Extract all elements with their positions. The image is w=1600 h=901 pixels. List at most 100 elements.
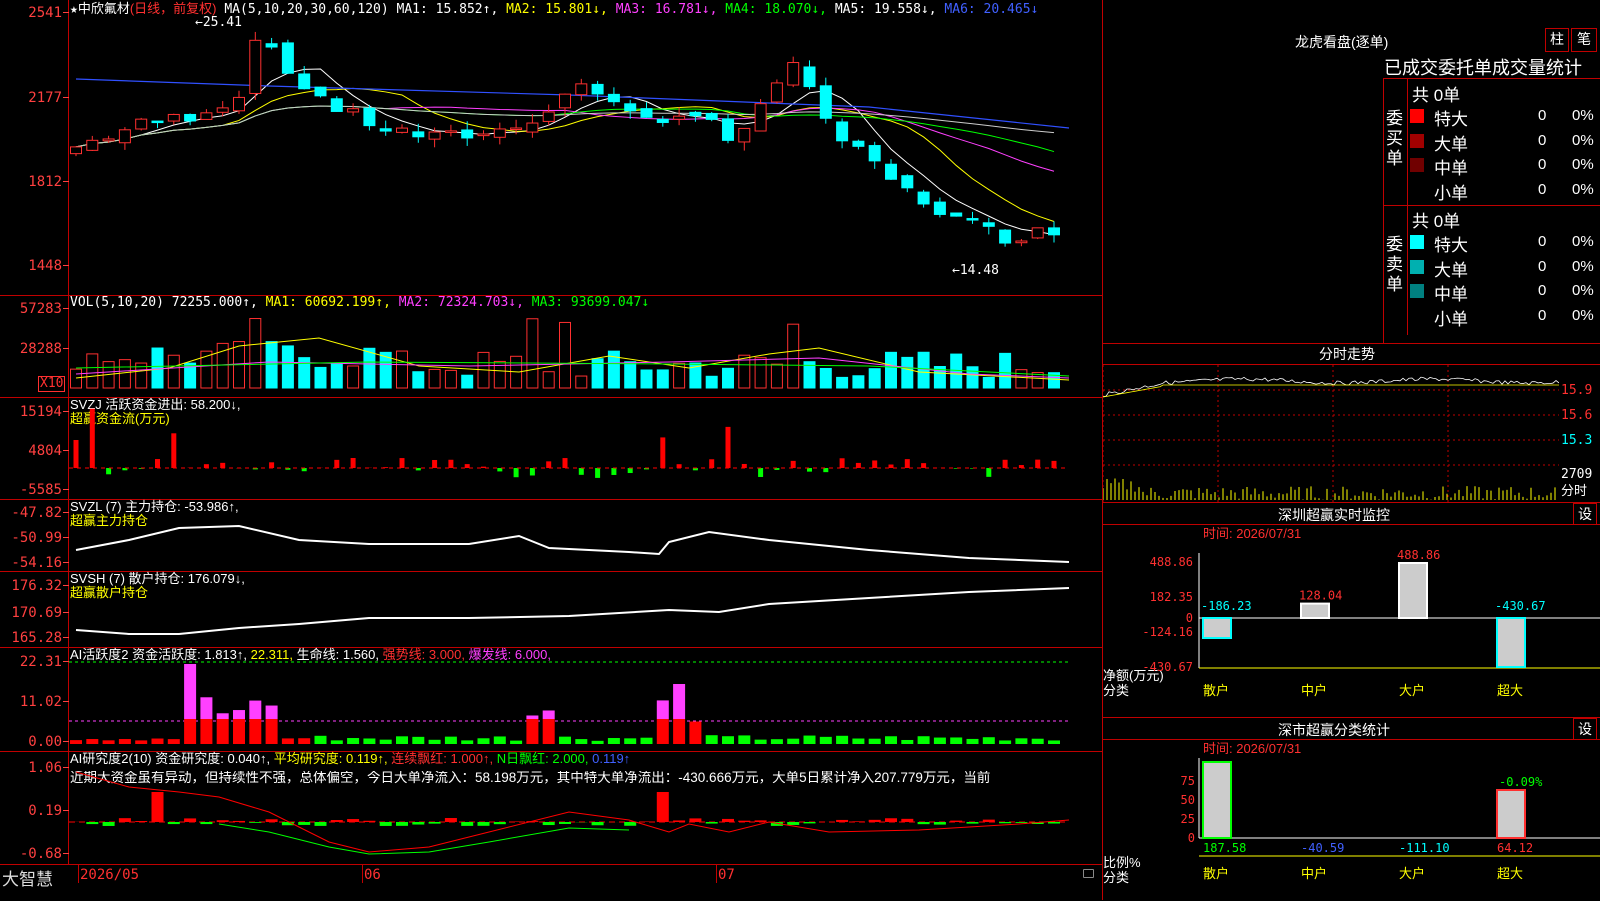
research-bar: [689, 818, 701, 822]
volume-bar: [641, 370, 652, 388]
flow-bar: [889, 465, 894, 468]
dragon-tiger-panel[interactable]: 龙虎看盘(逐单) 柱 笔 已成交委托单成交量统计 委买单 共 0单 特大00%大…: [1102, 0, 1600, 344]
candle-body: [983, 223, 994, 227]
order-row: 大单00%: [1410, 256, 1600, 278]
flow-bar: [563, 458, 568, 468]
sz-monitor-title-rule: [1103, 524, 1600, 525]
candle-body: [87, 140, 98, 150]
research-bar: [168, 822, 180, 824]
candle-body: [234, 97, 245, 110]
settings-button[interactable]: 设: [1573, 503, 1597, 525]
candle-body: [771, 83, 782, 102]
y-tick: 0: [1186, 611, 1193, 625]
activity-bar: [543, 719, 555, 744]
color-swatch: [1410, 235, 1424, 249]
brand-logo[interactable]: 大智慧: [2, 865, 53, 890]
activity-bar: [266, 719, 278, 744]
activity-bar: [233, 710, 245, 719]
candle-body: [755, 104, 766, 131]
y-tick: 22.31: [20, 654, 62, 670]
net-bar: [1399, 563, 1427, 618]
research-bar: [836, 820, 848, 822]
volume-bar: [413, 372, 424, 388]
net-bar: [1497, 618, 1525, 667]
order-row: 大单00%: [1410, 130, 1600, 152]
sz-monitor-panel[interactable]: 深圳超赢实时监控 设 时间: 2026/07/31 净额(万元) 分类 488.…: [1102, 503, 1600, 718]
activity-bar: [706, 735, 718, 744]
activity-bar: [950, 737, 962, 744]
dragon-subtitle: 已成交委托单成交量统计: [1384, 54, 1600, 80]
y-tick: 11.02: [20, 694, 62, 710]
candle-body: [543, 112, 554, 121]
order-row: 中单00%: [1410, 154, 1600, 176]
candle-body: [1016, 241, 1027, 243]
activity-bar: [673, 719, 685, 744]
research-bar: [103, 822, 115, 826]
flow-bar: [351, 458, 356, 468]
category-label: 中户: [1301, 866, 1327, 881]
svzj-chart: [69, 398, 1102, 499]
research-bar: [559, 822, 571, 824]
ai-activity-panel[interactable]: 22.31 11.02 0.00 AI活跃度2 资金活跃度: 1.813↑, 2…: [0, 648, 1102, 752]
order-percent: 0%: [1572, 132, 1594, 149]
flow-bar: [1035, 460, 1040, 468]
candle-body: [445, 131, 456, 133]
volume-panel[interactable]: 57283 28288 X10 VOL(5,10,20) 72255.000↑,…: [0, 296, 1102, 398]
flow-bar: [758, 468, 763, 477]
tick-view-button[interactable]: 笔: [1571, 28, 1597, 52]
order-size-label: 中单: [1434, 154, 1468, 179]
flow-bar: [840, 458, 845, 468]
candle-body: [250, 40, 261, 93]
research-bar: [804, 822, 816, 823]
candle-body: [380, 129, 391, 131]
research-bar: [1015, 822, 1027, 823]
svsh-panel[interactable]: 176.32 170.69 165.28 SVSH (7) 散户持仓: 176.…: [0, 572, 1102, 648]
category-label: 大户: [1399, 866, 1425, 881]
flow-bar: [677, 464, 682, 468]
activity-bar: [641, 738, 653, 744]
volume-bar: [331, 364, 342, 388]
order-percent: 0%: [1572, 181, 1594, 198]
activity-bar: [804, 736, 816, 744]
activity-bar: [999, 740, 1011, 744]
settings-button[interactable]: 设: [1573, 718, 1597, 740]
research-bar: [738, 821, 750, 822]
research-bar: [380, 822, 392, 826]
intraday-panel[interactable]: 分时走势 15.9 15.6 15.3 2709 分时: [1102, 344, 1600, 503]
order-size-label: 大单: [1434, 256, 1468, 281]
volume-bar: [657, 370, 668, 388]
activity-bar: [103, 740, 115, 744]
bar-view-button[interactable]: 柱: [1545, 28, 1569, 52]
candle-body: [136, 119, 147, 129]
sz-monitor-time: 时间: 2026/07/31: [1203, 527, 1301, 541]
ai-research-panel[interactable]: 1.06 0.19 -0.68 AI研究度2(10) 资金研究度: 0.040↑…: [0, 752, 1102, 864]
flow-bar: [497, 468, 502, 471]
svzl-panel[interactable]: -47.82 -50.99 -54.16 SVZL (7) 主力持仓: -53.…: [0, 500, 1102, 572]
top-ratio-label: -0.09%: [1499, 775, 1543, 789]
flow-bar: [220, 463, 225, 468]
research-bar: [999, 822, 1011, 823]
svsh-chart: [69, 572, 1102, 647]
activity-bar: [771, 739, 783, 744]
activity-bar: [673, 684, 685, 719]
sz-stats-chart: 7550250187.58散户-40.59中户-111.10大户64.12超大-…: [1103, 758, 1600, 900]
order-percent: 0%: [1572, 156, 1594, 173]
flow-bar: [1003, 460, 1008, 468]
sz-stats-panel[interactable]: 深市超赢分类统计 设 时间: 2026/07/31 比例% 分类 7550250…: [1102, 718, 1600, 900]
kline-panel[interactable]: 2541 2177 1812 1448 ★中欣氟材(日线，前复权) MA(5,1…: [0, 0, 1102, 296]
intraday-y-tick: 15.3: [1561, 434, 1592, 448]
activity-bar: [820, 737, 832, 744]
volume-bar: [983, 377, 994, 388]
research-bar: [184, 818, 196, 822]
volume-bar: [918, 352, 929, 388]
activity-bar: [787, 739, 799, 744]
section-divider: [1407, 205, 1408, 335]
flow-bar: [465, 464, 470, 468]
research-bar: [543, 822, 555, 825]
lock-icon[interactable]: [1083, 869, 1094, 878]
svzj-panel[interactable]: 15194 4804 -5585 SVZJ 活跃资金进出: 58.200↓, 超…: [0, 398, 1102, 500]
research-bar: [901, 819, 913, 822]
volume-bar: [706, 376, 717, 388]
flow-bar: [530, 468, 535, 475]
y-tick: 2177: [28, 90, 62, 106]
